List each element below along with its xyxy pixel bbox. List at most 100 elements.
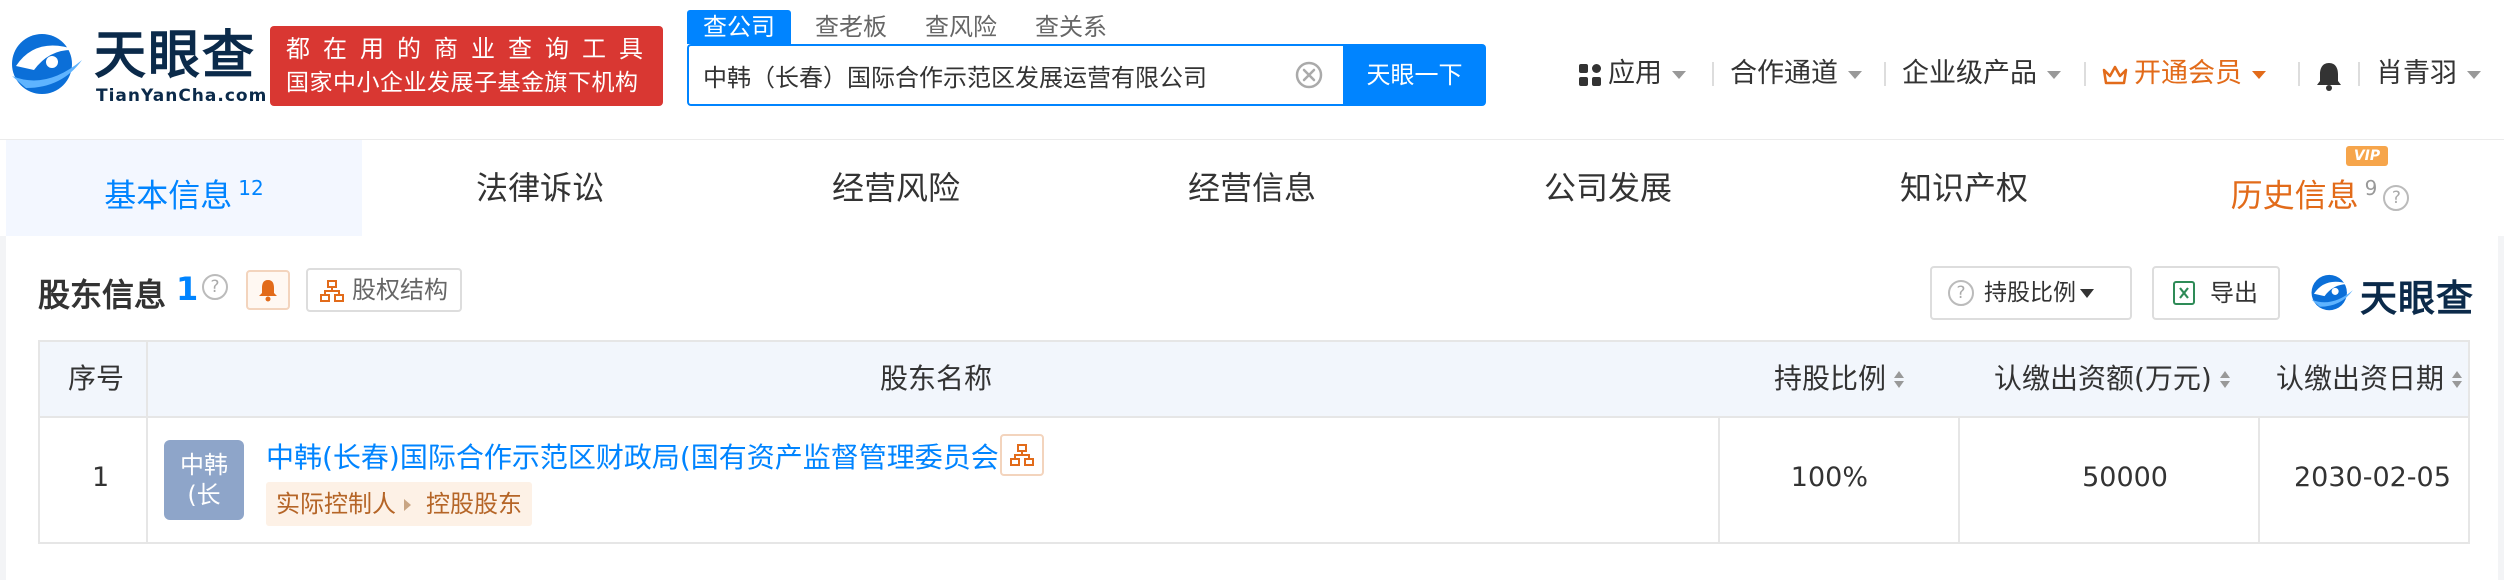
search-tab-risk[interactable]: 查风险 bbox=[925, 10, 997, 44]
row-ratio: 100% bbox=[1790, 462, 1868, 493]
nav-enterprise[interactable]: 企业级产品 bbox=[1902, 56, 2061, 92]
nav-user[interactable]: 肖青羽 bbox=[2376, 56, 2481, 92]
bell-icon[interactable] bbox=[2314, 60, 2344, 92]
column-divider bbox=[2258, 418, 2260, 542]
col-amount-label: 认缴出资额(万元) bbox=[1994, 362, 2212, 395]
tianyancha-logo[interactable]: 天眼查 TianYanCha.com bbox=[6, 24, 266, 106]
top-header: 天眼查 TianYanCha.com 都在用的商业查询工具 国家中小企业发展子基… bbox=[0, 0, 2504, 140]
tab-label: 历史信息 bbox=[2230, 176, 2359, 215]
tab-label: 基本信息 bbox=[104, 176, 233, 215]
search-tab-relation[interactable]: 查关系 bbox=[1035, 10, 1107, 44]
tab-label: 法律诉讼 bbox=[475, 169, 604, 207]
column-divider bbox=[1718, 418, 1720, 542]
watermark-text: 天眼查 bbox=[2360, 277, 2474, 320]
shareholder-section: 股东信息 1 ? 股权结构 ? 持股比例 导出 天眼查 序号 股东名称 持股比例… bbox=[6, 236, 2498, 580]
slogan-banner: 都在用的商业查询工具 国家中小企业发展子基金旗下机构 bbox=[270, 26, 663, 106]
logo-eye-icon bbox=[12, 34, 82, 94]
nav-user-label: 肖青羽 bbox=[2376, 58, 2457, 89]
equity-chart-button[interactable] bbox=[1000, 434, 1044, 476]
nav-apps[interactable]: 应用 bbox=[1578, 56, 1686, 92]
nav-vip-label: 开通会员 bbox=[2134, 58, 2242, 89]
col-ratio-label: 持股比例 bbox=[1774, 362, 1887, 395]
column-divider bbox=[146, 342, 148, 542]
col-shareholder-name: 股东名称 bbox=[880, 362, 993, 395]
nav-divider bbox=[1712, 62, 1714, 86]
shareholder-name-link[interactable]: 中韩(长春)国际合作示范区财政局(国有资产监督管理委员会) bbox=[266, 436, 1010, 476]
table-header: 序号 股东名称 持股比例 认缴出资额(万元) 认缴出资日期 bbox=[40, 342, 2468, 418]
tab-development[interactable]: 公司发展 bbox=[1430, 140, 1786, 236]
nav-divider bbox=[2358, 62, 2360, 86]
slogan-line1: 都在用的商业查询工具 bbox=[286, 35, 656, 63]
monitor-bell-button[interactable] bbox=[246, 270, 290, 310]
row-date: 2030-02-05 bbox=[2294, 462, 2451, 493]
nav-vip[interactable]: 开通会员 bbox=[2102, 56, 2266, 92]
org-chart-icon bbox=[320, 280, 344, 302]
section-tab-bar: 基本信息 12 法律诉讼 经营风险 经营信息 公司发展 知识产权 历史信息 9? bbox=[0, 140, 2504, 236]
logo-eye-icon bbox=[2311, 274, 2353, 311]
help-icon: ? bbox=[1948, 280, 1974, 306]
watermark-logo: 天眼查 bbox=[2308, 266, 2478, 320]
row-index: 1 bbox=[92, 462, 110, 493]
help-icon[interactable]: ? bbox=[202, 274, 228, 300]
caret-down-icon bbox=[2080, 289, 2094, 298]
clear-icon[interactable] bbox=[1295, 61, 1323, 89]
chevron-down-icon bbox=[1848, 70, 1862, 79]
equity-structure-label: 股权结构 bbox=[352, 276, 448, 304]
chevron-down-icon bbox=[2047, 70, 2061, 79]
chevron-right-icon bbox=[404, 499, 411, 511]
col-amount[interactable]: 认缴出资额(万元) bbox=[1994, 342, 2230, 416]
tab-operating-risk[interactable]: 经营风险 bbox=[718, 140, 1074, 236]
help-icon[interactable]: ? bbox=[2383, 184, 2410, 211]
sort-icon bbox=[2219, 371, 2230, 389]
section-count: 1 bbox=[176, 270, 199, 308]
chevron-down-icon bbox=[2252, 70, 2266, 79]
org-chart-icon bbox=[1010, 444, 1034, 466]
tab-label: 公司发展 bbox=[1543, 169, 1672, 207]
tab-label: 经营信息 bbox=[1187, 169, 1316, 207]
bell-icon bbox=[259, 280, 277, 302]
equity-structure-button[interactable]: 股权结构 bbox=[306, 268, 462, 312]
grid-icon bbox=[1579, 63, 1601, 86]
tab-history[interactable]: 历史信息 9? bbox=[2142, 140, 2498, 236]
search-tab-boss[interactable]: 查老板 bbox=[815, 10, 887, 44]
tab-label: 知识产权 bbox=[1899, 169, 2028, 207]
col-date[interactable]: 认缴出资日期 bbox=[2276, 342, 2463, 416]
nav-divider bbox=[2298, 62, 2300, 86]
nav-channels-label: 合作通道 bbox=[1730, 58, 1838, 89]
excel-icon bbox=[2173, 281, 2195, 305]
column-divider bbox=[1958, 418, 1960, 542]
search-button[interactable]: 天眼一下 bbox=[1343, 44, 1486, 106]
tab-legal[interactable]: 法律诉讼 bbox=[362, 140, 718, 236]
chevron-down-icon bbox=[2467, 70, 2481, 79]
section-title: 股东信息 bbox=[38, 276, 167, 314]
search-input[interactable] bbox=[703, 46, 1283, 104]
nav-divider bbox=[2084, 62, 2086, 86]
crown-icon bbox=[2102, 65, 2128, 84]
chevron-down-icon bbox=[1672, 70, 1686, 79]
tag-controlling-shareholder: 控股股东 bbox=[416, 482, 532, 526]
logo-domain: TianYanCha.com bbox=[96, 86, 268, 106]
shareholder-table: 序号 股东名称 持股比例 认缴出资额(万元) 认缴出资日期 1 中韩(长 中韩(… bbox=[38, 340, 2470, 544]
search-tab-company[interactable]: 查公司 bbox=[687, 10, 791, 44]
search-box bbox=[687, 44, 1343, 106]
export-button[interactable]: 导出 bbox=[2152, 266, 2280, 320]
row-amount: 50000 bbox=[2082, 462, 2168, 493]
col-ratio[interactable]: 持股比例 bbox=[1774, 342, 1905, 416]
tag-label: 实际控制人 bbox=[276, 490, 396, 518]
logo-text: 天眼查 bbox=[94, 26, 257, 86]
tab-operating-info[interactable]: 经营信息 bbox=[1074, 140, 1430, 236]
slogan-line2: 国家中小企业发展子基金旗下机构 bbox=[286, 70, 639, 96]
ratio-filter-label: 持股比例 bbox=[1984, 280, 2076, 306]
nav-enterprise-label: 企业级产品 bbox=[1902, 58, 2037, 89]
tag-actual-controller[interactable]: 实际控制人 bbox=[266, 482, 421, 526]
nav-channels[interactable]: 合作通道 bbox=[1730, 56, 1862, 92]
tab-ip[interactable]: 知识产权 bbox=[1786, 140, 2142, 236]
avatar[interactable]: 中韩(长 bbox=[164, 440, 244, 520]
tab-count: 9 bbox=[2364, 176, 2378, 200]
table-row: 1 中韩(长 中韩(长春)国际合作示范区财政局(国有资产监督管理委员会) 实际控… bbox=[40, 418, 2468, 542]
sort-icon bbox=[2452, 371, 2463, 389]
tab-basic-info[interactable]: 基本信息 12 bbox=[6, 140, 362, 236]
col-index: 序号 bbox=[68, 362, 125, 395]
ratio-filter-dropdown[interactable]: ? 持股比例 bbox=[1930, 266, 2132, 320]
vip-badge: VIP bbox=[2346, 146, 2388, 166]
